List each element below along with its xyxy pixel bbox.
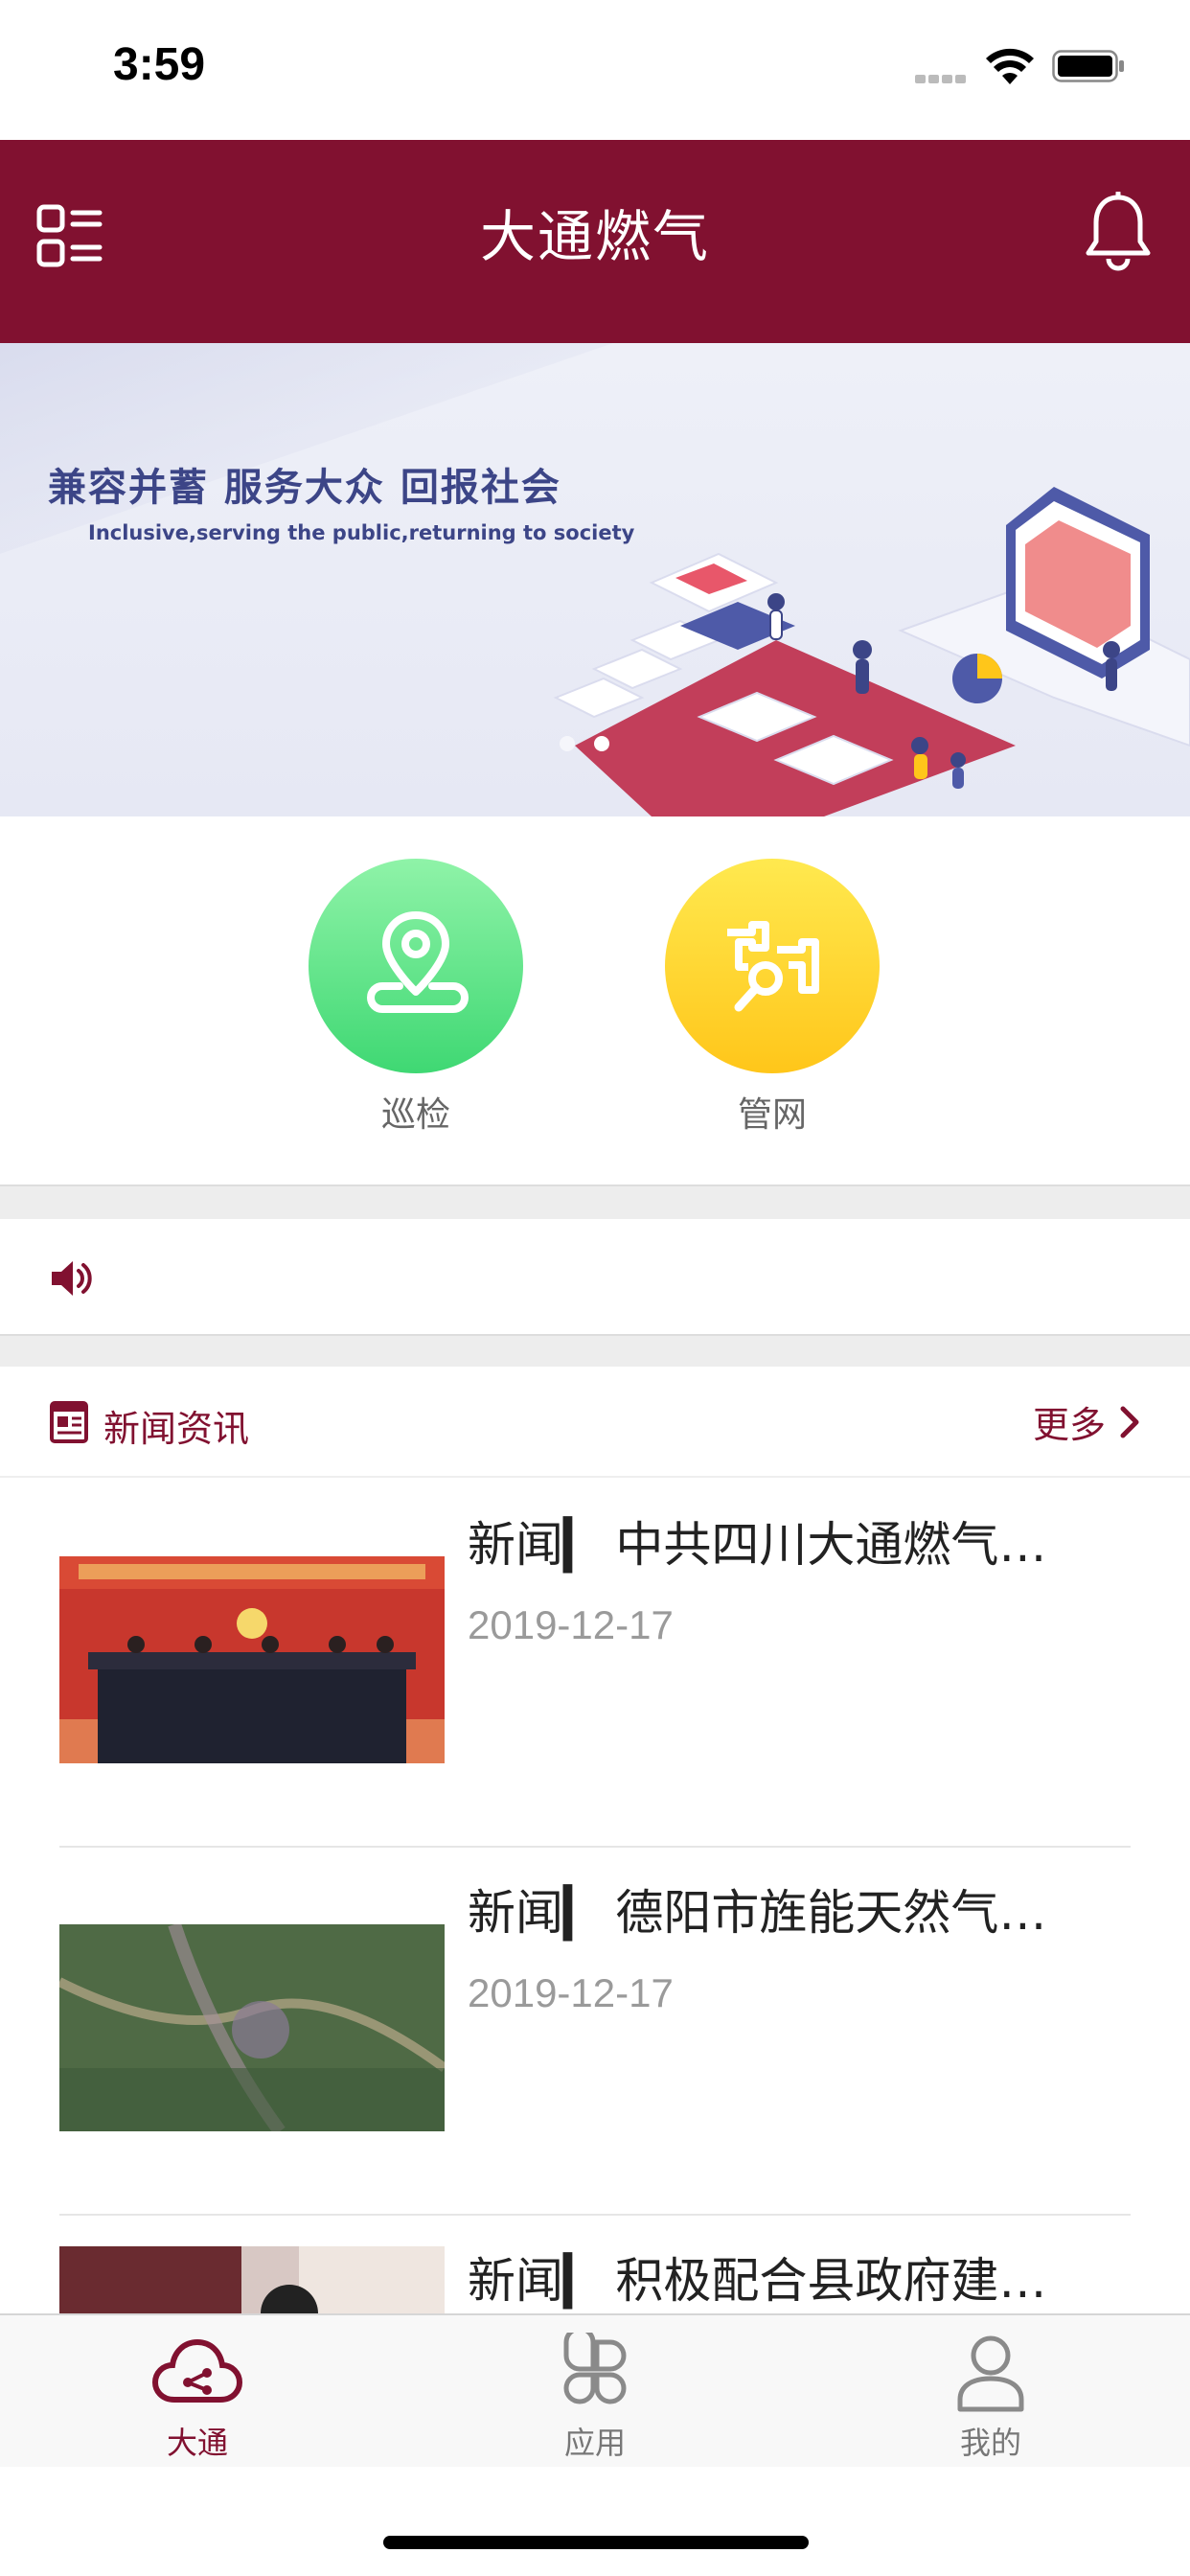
tab-label: 我的 xyxy=(959,2425,1021,2461)
tab-datong[interactable]: 大通 xyxy=(102,2333,293,2463)
pipe-network-icon xyxy=(727,921,819,1012)
more-label: 更多 xyxy=(1032,1404,1106,1446)
carousel-dots xyxy=(560,736,629,755)
news-list: 新闻▎ 中共四川大通燃气… 2019-12-17 新闻▎ 德阳市旌能天然气… 2… xyxy=(0,1480,1190,2313)
banner-illustration xyxy=(553,487,1190,816)
news-thumbnail xyxy=(59,2246,445,2313)
banner-slogan: 兼容并蓄 服务大众 回报社会 xyxy=(48,466,561,510)
news-section-header: 新闻资讯 更多 xyxy=(0,1367,1190,1478)
more-news-link[interactable]: 更多 xyxy=(1033,1395,1140,1448)
bell-icon[interactable] xyxy=(1083,192,1154,272)
carousel-dot[interactable] xyxy=(560,736,575,751)
quick-action-inspection[interactable]: 巡检 xyxy=(309,859,523,1137)
tab-label: 大通 xyxy=(166,2425,228,2461)
news-headline: 新闻▎ 德阳市旌能天然气… xyxy=(468,1885,1047,1941)
app-header: 大通燃气 xyxy=(0,140,1190,343)
cellular-signal-icon xyxy=(915,69,973,83)
news-date: 2019-12-17 xyxy=(468,1602,674,1647)
quick-action-pipe-network[interactable]: 管网 xyxy=(665,859,880,1137)
news-headline: 新闻▎ 积极配合县政府建… xyxy=(468,2253,1047,2309)
user-icon xyxy=(957,2335,1024,2412)
news-item[interactable]: 新闻▎ 中共四川大通燃气… 2019-12-17 xyxy=(59,1480,1131,1848)
section-divider xyxy=(0,1334,1190,1367)
news-headline: 新闻▎ 中共四川大通燃气… xyxy=(468,1517,1047,1573)
status-bar: 3:59 xyxy=(0,0,1190,140)
quick-action-label: 管网 xyxy=(737,1095,807,1135)
status-time: 3:59 xyxy=(113,39,206,90)
quick-action-label: 巡检 xyxy=(380,1095,450,1135)
news-section-title: 新闻资讯 xyxy=(103,1408,250,1450)
inspection-button[interactable] xyxy=(309,859,523,1073)
bottom-tab-bar: 大通 应用 我的 xyxy=(0,2313,1190,2467)
notice-bar[interactable] xyxy=(0,1219,1190,1334)
chevron-right-icon xyxy=(1120,1406,1139,1438)
news-item[interactable]: 新闻▎ 积极配合县政府建… xyxy=(59,2216,1131,2313)
battery-icon xyxy=(1052,50,1124,82)
home-indicator-area xyxy=(0,2467,1190,2576)
news-thumbnail xyxy=(59,1556,445,1763)
location-route-icon xyxy=(367,911,469,1013)
news-thumbnail xyxy=(59,1924,445,2131)
tab-apps[interactable]: 应用 xyxy=(499,2333,691,2463)
newspaper-icon xyxy=(50,1401,88,1443)
wifi-icon xyxy=(986,48,1034,84)
carousel-dot-active[interactable] xyxy=(594,736,609,751)
home-indicator[interactable] xyxy=(383,2536,809,2549)
pipe-network-button[interactable] xyxy=(665,859,880,1073)
cloud-share-icon xyxy=(151,2338,243,2403)
section-divider xyxy=(0,1184,1190,1219)
news-date: 2019-12-17 xyxy=(468,1970,674,2015)
tab-label: 应用 xyxy=(563,2425,626,2461)
speaker-icon xyxy=(52,1261,92,1296)
banner-carousel[interactable]: 兼容并蓄 服务大众 回报社会 Inclusive,serving the pub… xyxy=(0,343,1190,816)
apps-icon xyxy=(563,2333,627,2404)
quick-actions: 巡检 管网 xyxy=(0,816,1190,1184)
news-item[interactable]: 新闻▎ 德阳市旌能天然气… 2019-12-17 xyxy=(59,1848,1131,2216)
page-title: 大通燃气 xyxy=(479,204,710,269)
tab-profile[interactable]: 我的 xyxy=(895,2333,1087,2463)
